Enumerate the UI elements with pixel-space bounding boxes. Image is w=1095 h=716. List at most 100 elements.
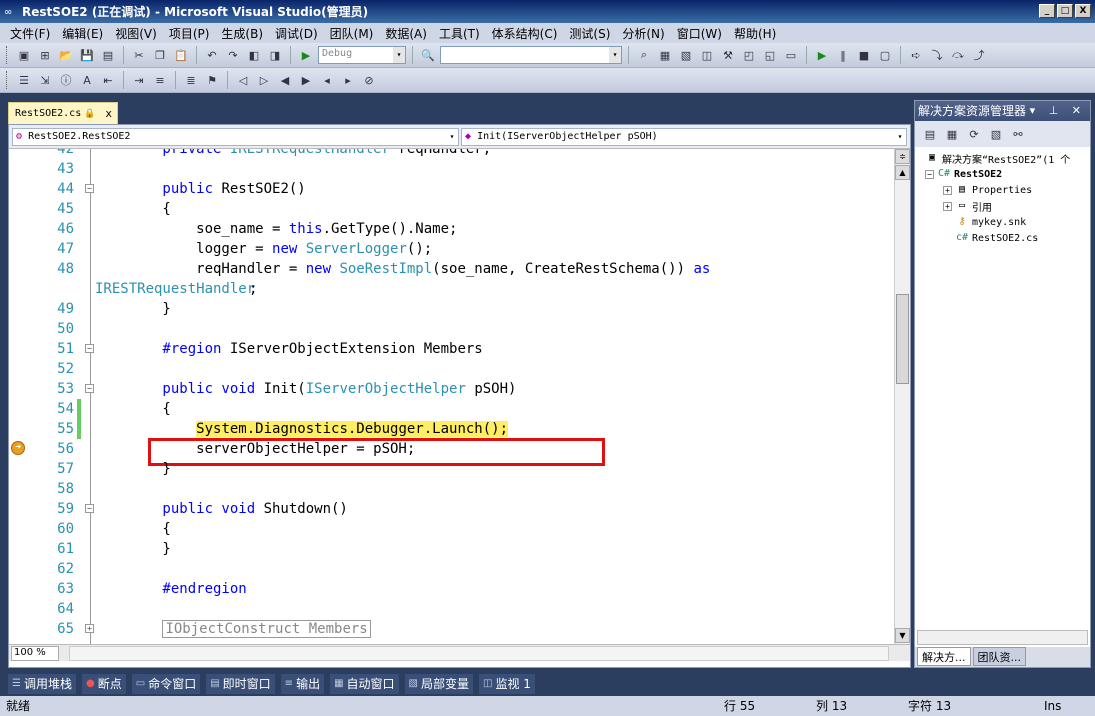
properties-icon[interactable]: ▧	[677, 46, 695, 64]
tree-node-project[interactable]: − C# RestSOE2	[925, 166, 1002, 182]
zoom-combo[interactable]: 100 %	[11, 646, 59, 661]
new-project-icon[interactable]: ▣	[15, 46, 33, 64]
scroll-down-icon[interactable]: ▼	[895, 628, 910, 643]
collapse-icon[interactable]: −	[85, 344, 94, 353]
toggle-bookmark-icon[interactable]: ⚑	[203, 71, 221, 89]
tab-locals[interactable]: ▧ 局部变量	[404, 674, 474, 694]
show-next-statement-icon[interactable]: ➪	[907, 46, 925, 64]
toolbar-grip[interactable]	[6, 71, 9, 89]
tab-breakpoints[interactable]: ● 断点	[81, 674, 126, 694]
start-debugging-icon[interactable]: ▶	[297, 46, 315, 64]
next-bookmark-icon[interactable]: ▷	[255, 71, 273, 89]
solution-configuration-combo[interactable]: Debug ▾	[318, 46, 406, 64]
tab-output[interactable]: ≡ 输出	[280, 674, 325, 694]
increase-indent-icon[interactable]: ⇥	[130, 71, 148, 89]
collapsed-region[interactable]: IObjectConstruct Members	[162, 620, 371, 638]
close-tab-icon[interactable]: x	[105, 107, 112, 120]
horizontal-scrollbar[interactable]	[917, 630, 1088, 645]
cut-icon[interactable]: ✂	[130, 46, 148, 64]
tab-command-window[interactable]: ▭ 命令窗口	[131, 674, 201, 694]
menu-window[interactable]: 窗口(W)	[671, 25, 728, 42]
decrease-indent-icon[interactable]: ⇤	[99, 71, 117, 89]
code-area[interactable]: ➜ 42 private IRESTRequestHandler reqHand…	[9, 149, 894, 644]
redo-icon[interactable]: ↷	[224, 46, 242, 64]
types-dropdown[interactable]: ⚙ RestSOE2.RestSOE2 ▾	[12, 128, 459, 146]
collapse-icon[interactable]: −	[85, 384, 94, 393]
refresh-icon[interactable]: ⟳	[965, 125, 983, 143]
open-file-icon[interactable]: 📂	[57, 46, 75, 64]
tree-node-references[interactable]: + ▭ 引用	[943, 198, 992, 214]
collapse-icon[interactable]: −	[925, 169, 934, 179]
menu-file[interactable]: 文件(F)	[4, 25, 56, 42]
find-icon[interactable]: ⌕	[635, 46, 653, 64]
expand-icon[interactable]: +	[85, 624, 94, 633]
menu-tools[interactable]: 工具(T)	[433, 25, 486, 42]
tab-team-explorer[interactable]: 团队资...	[972, 647, 1026, 666]
command-window-icon[interactable]: ▭	[782, 46, 800, 64]
object-browser-icon[interactable]: ◫	[698, 46, 716, 64]
save-all-icon[interactable]: ▤	[99, 46, 117, 64]
collapse-icon[interactable]: −	[85, 504, 94, 513]
previous-bookmark-in-document-icon[interactable]: ◂	[318, 71, 336, 89]
menu-test[interactable]: 测试(S)	[563, 25, 616, 42]
scroll-up-icon[interactable]: ▲	[895, 165, 910, 180]
find-combo[interactable]: ▾	[440, 46, 622, 64]
toolbox-icon[interactable]: ⚒	[719, 46, 737, 64]
menu-view[interactable]: 视图(V)	[109, 25, 163, 42]
stop-debugging-icon[interactable]: ■	[855, 46, 873, 64]
show-all-files-icon[interactable]: ▦	[943, 125, 961, 143]
step-over-icon[interactable]: ⤼	[949, 46, 967, 64]
tree-node-properties[interactable]: + ▤ Properties	[943, 182, 1032, 198]
close-button[interactable]: X	[1075, 4, 1091, 18]
tab-immediate-window[interactable]: ▤ 即时窗口	[206, 674, 275, 694]
minimize-button[interactable]: _	[1039, 4, 1055, 18]
uncomment-icon[interactable]: ≣	[182, 71, 200, 89]
menu-analyze[interactable]: 分析(N)	[616, 25, 670, 42]
next-bookmark-in-document-icon[interactable]: ▸	[339, 71, 357, 89]
continue-icon[interactable]: ▶	[813, 46, 831, 64]
tab-autos[interactable]: ▦ 自动窗口	[330, 674, 399, 694]
menu-debug[interactable]: 调试(D)	[269, 25, 324, 42]
maximize-button[interactable]: □	[1057, 4, 1073, 18]
tab-restsoe2-cs[interactable]: RestSOE2.cs 🔒 x	[8, 102, 118, 124]
scrollbar-thumb[interactable]	[896, 294, 909, 384]
menu-data[interactable]: 数据(A)	[379, 25, 433, 42]
tab-watch-1[interactable]: ◫ 监视 1	[479, 674, 535, 694]
menu-project[interactable]: 项目(P)	[163, 25, 216, 42]
step-into-icon[interactable]: ⤵	[928, 46, 946, 64]
find-in-files-icon[interactable]: 🔍	[419, 46, 437, 64]
menu-build[interactable]: 生成(B)	[215, 25, 269, 42]
parameter-info-icon[interactable]: ⇲	[36, 71, 54, 89]
display-object-member-list-icon[interactable]: ☰	[15, 71, 33, 89]
properties-icon[interactable]: ▤	[921, 125, 939, 143]
view-code-icon[interactable]: ▧	[987, 125, 1005, 143]
toolbar-grip[interactable]	[6, 46, 9, 64]
clear-bookmarks-icon[interactable]: ⊘	[360, 71, 378, 89]
paste-icon[interactable]: 📋	[172, 46, 190, 64]
solution-explorer-icon[interactable]: ▦	[656, 46, 674, 64]
tree-node-solution[interactable]: ▣ 解决方案“RestSOE2”(1 个	[925, 150, 1070, 166]
vertical-scrollbar[interactable]: ≑ ▲ ▼	[894, 149, 910, 644]
previous-bookmark-in-folder-icon[interactable]: ◀	[276, 71, 294, 89]
split-icon[interactable]: ≑	[895, 149, 910, 164]
navigate-forward-icon[interactable]: ◨	[266, 46, 284, 64]
class-diagram-icon[interactable]: ⚯	[1009, 125, 1027, 143]
expand-icon[interactable]: +	[943, 201, 952, 211]
restart-icon[interactable]: ▢	[876, 46, 894, 64]
horizontal-scrollbar[interactable]	[69, 646, 889, 661]
save-icon[interactable]: 💾	[78, 46, 96, 64]
undo-icon[interactable]: ↶	[203, 46, 221, 64]
menu-edit[interactable]: 编辑(E)	[56, 25, 109, 42]
quick-info-icon[interactable]: ⓘ	[57, 71, 75, 89]
add-item-icon[interactable]: ⊞	[36, 46, 54, 64]
collapse-icon[interactable]: −	[85, 184, 94, 193]
expand-icon[interactable]: +	[943, 185, 952, 195]
previous-bookmark-icon[interactable]: ◁	[234, 71, 252, 89]
menu-help[interactable]: 帮助(H)	[728, 25, 782, 42]
tree-node-restsoe2-cs[interactable]: c# RestSOE2.cs	[955, 230, 1038, 246]
menu-architecture[interactable]: 体系结构(C)	[486, 25, 564, 42]
members-dropdown[interactable]: ◆ Init(IServerObjectHelper pSOH) ▾	[461, 128, 907, 146]
tab-solution-explorer[interactable]: 解决方...	[917, 647, 971, 666]
extension-manager-icon[interactable]: ◱	[761, 46, 779, 64]
menu-team[interactable]: 团队(M)	[324, 25, 380, 42]
